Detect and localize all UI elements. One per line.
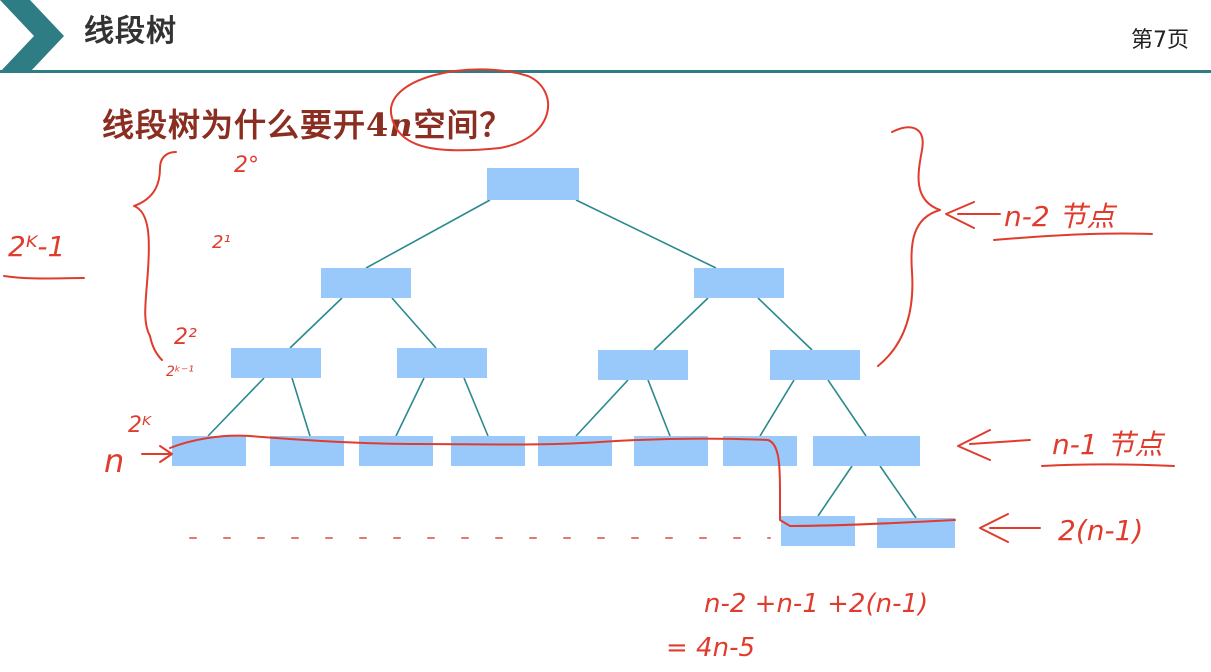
tree-leaf-node [172, 436, 246, 466]
circle-mark [389, 68, 550, 152]
result-line: = 4n-5 [666, 633, 755, 663]
tree-node [770, 350, 860, 380]
internal-nodes-label: n-2 节点 [1004, 200, 1118, 233]
tree-edge [395, 377, 425, 437]
arrow-left-icon [957, 429, 1031, 461]
tree-edge [207, 377, 265, 437]
handwritten-annotations: 2° 2¹ 2² 2ᵏ⁻¹ 2ᴷ 2ᴷ-1 n n-2 节点 n-1 节点 2(… [3, 68, 1175, 663]
tree-edge [391, 297, 437, 349]
tree-edge [653, 297, 709, 351]
tree-node [598, 350, 688, 380]
level-1-label: 2¹ [212, 232, 231, 253]
extra-nodes-label: 2(n-1) [1058, 514, 1143, 547]
tree-edge [463, 377, 489, 437]
arrow-right-icon [141, 445, 173, 463]
leaf-count-label: n [104, 442, 124, 480]
tree-node [397, 348, 487, 378]
tree-leaf-node [359, 436, 433, 466]
leaf-level-label: 2ᴷ [128, 413, 152, 438]
underline [3, 275, 85, 280]
arrow-left-icon [979, 513, 1041, 543]
tree-edge [575, 199, 717, 269]
level-k-label: 2ᵏ⁻¹ [166, 364, 194, 380]
segment-tree-diagram: 2° 2¹ 2² 2ᵏ⁻¹ 2ᴷ 2ᴷ-1 n n-2 节点 n-1 节点 2(… [3, 68, 1175, 663]
tree-edge [575, 379, 629, 437]
level-0-label: 2° [234, 153, 259, 178]
tree-leaf-node [538, 436, 612, 466]
arrow-left-icon [945, 201, 1001, 229]
sum-line: n-2 +n-1 +2(n-1) [704, 589, 928, 619]
total-nodes-label: 2ᴷ-1 [8, 230, 65, 263]
tree-edge [879, 465, 917, 519]
right-brace [877, 126, 941, 367]
tree-edge [827, 379, 867, 437]
tree-edge [289, 297, 343, 349]
tree-node [321, 268, 411, 298]
tree-node [231, 348, 321, 378]
level-2-label: 2² [174, 325, 197, 350]
left-brace [133, 151, 177, 361]
underline [1041, 463, 1175, 467]
tree-edge [757, 297, 813, 351]
tree-node [813, 436, 920, 466]
tree-edge [647, 379, 671, 437]
tree-extra-leaf-node [781, 516, 855, 546]
underline [993, 232, 1153, 241]
tree-edge [817, 465, 853, 517]
tree-edge [759, 379, 795, 437]
tree-node [694, 268, 784, 298]
leaf-nodes-label: n-1 节点 [1052, 428, 1166, 461]
tree-node-root [487, 168, 579, 200]
tree-nodes [172, 168, 955, 548]
tree-edge [291, 377, 311, 437]
tree-leaf-node [451, 436, 525, 466]
tree-edge [365, 199, 491, 269]
